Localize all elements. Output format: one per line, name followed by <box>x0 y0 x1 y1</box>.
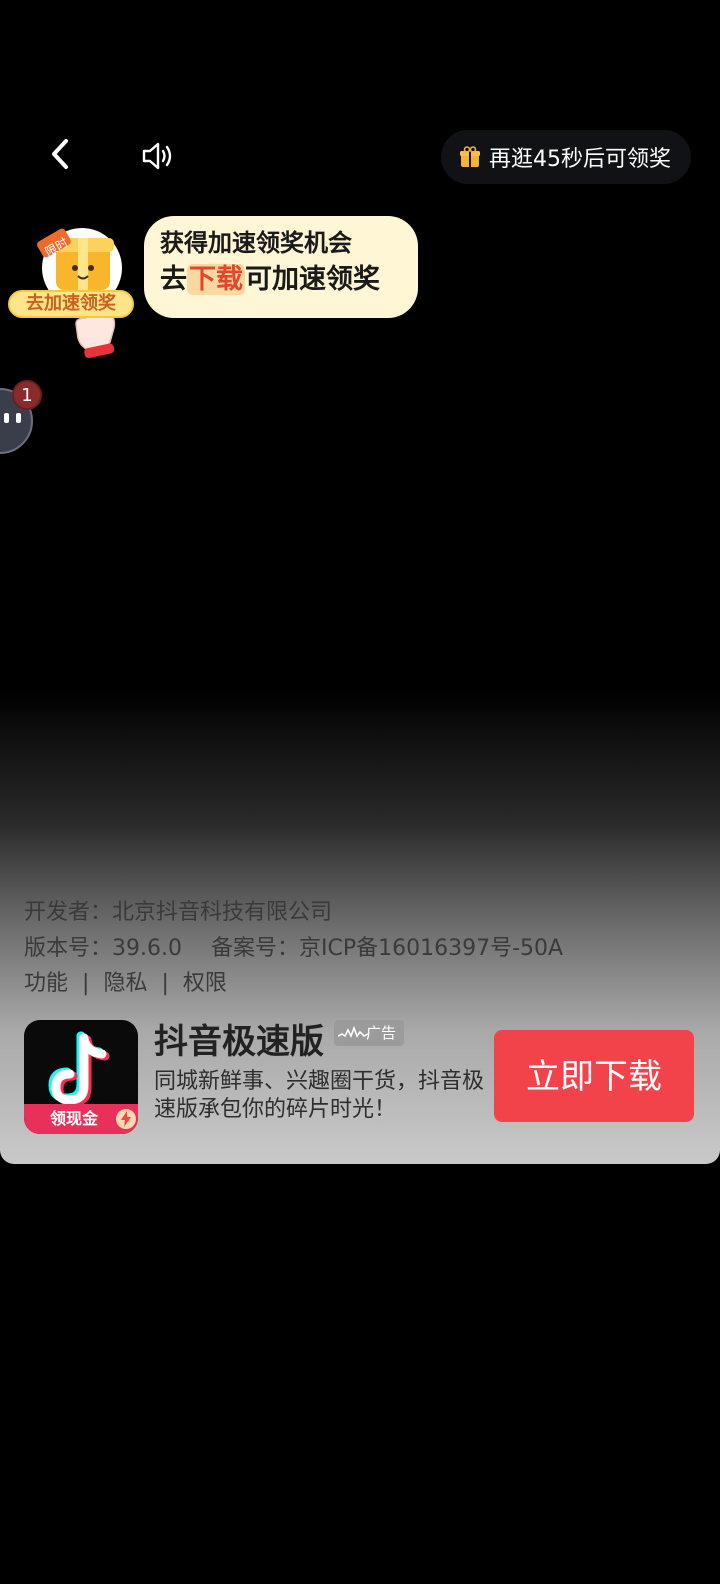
link-separator: | <box>161 971 169 996</box>
link-privacy[interactable]: 隐私 <box>103 971 147 996</box>
app-icon[interactable]: 领现金 <box>24 1020 138 1134</box>
notification-badge: 1 <box>12 380 42 410</box>
ad-wave-icon <box>338 1026 368 1038</box>
app-description: 同城新鲜事、兴趣圈干货，抖音极速版承包你的碎片时光！ <box>154 1069 485 1122</box>
ad-label-text: 广告 <box>365 1024 396 1042</box>
download-button[interactable]: 立即下载 <box>494 1030 694 1122</box>
ad-label: 广告 <box>334 1020 404 1046</box>
link-permissions[interactable]: 权限 <box>183 971 227 996</box>
bubble-highlight: 下载 <box>187 264 245 295</box>
speed-reward-label: 去加速领奖 <box>8 290 134 318</box>
sound-toggle-button[interactable] <box>140 138 176 174</box>
speaker-icon <box>142 142 172 170</box>
link-features[interactable]: 功能 <box>24 971 68 996</box>
info-links: 功能 | 隐私 | 权限 <box>24 965 227 997</box>
app-name[interactable]: 抖音极速版 <box>154 1014 324 1063</box>
back-button[interactable] <box>44 136 80 172</box>
filing-text: 备案号：京ICP备16016397号-50A <box>210 936 564 961</box>
bubble-subtitle-prefix: 去 <box>160 264 187 295</box>
top-bar: 再逛45秒后可领奖 <box>0 120 720 190</box>
bubble-subtitle: 去下载可加速领奖 <box>160 262 402 298</box>
lightning-icon <box>116 1109 136 1129</box>
ad-panel: 开发者：北京抖音科技有限公司 版本号：39.6.0 备案号：京ICP备16016… <box>0 690 720 1164</box>
reward-countdown-pill[interactable]: 再逛45秒后可领奖 <box>441 130 691 184</box>
developer-info: 开发者：北京抖音科技有限公司 <box>24 900 333 925</box>
bubble-title: 获得加速领奖机会 <box>160 229 352 257</box>
reward-tip-bubble[interactable]: 获得加速领奖机会 去下载可加速领奖 <box>144 216 418 318</box>
bubble-subtitle-suffix: 可加速领奖 <box>245 264 380 295</box>
version-text: 版本号：39.6.0 <box>24 936 182 961</box>
gift-icon <box>460 146 480 167</box>
reward-countdown-text: 再逛45秒后可领奖 <box>489 147 671 172</box>
speed-reward-widget[interactable]: 限时 去加速领奖 <box>8 220 138 360</box>
chevron-left-icon <box>52 139 68 169</box>
link-separator: | <box>82 971 90 996</box>
version-info: 版本号：39.6.0 备案号：京ICP备16016397号-50A <box>24 930 563 962</box>
